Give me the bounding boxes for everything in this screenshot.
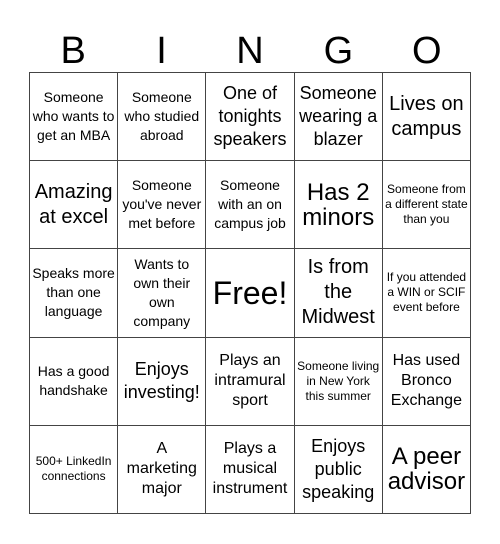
bingo-cell-o4[interactable]: Has used Bronco Exchange	[382, 337, 471, 426]
bingo-cell-text: Someone who studied abroad	[124, 89, 200, 144]
bingo-cell-text: Someone with an on campus job	[214, 177, 286, 232]
bingo-cell-text: Someone wearing a blazer	[299, 83, 378, 150]
free-space-cell[interactable]: Free!	[206, 249, 295, 338]
bingo-cell-text: Has a good handshake	[37, 363, 110, 399]
bingo-cell-b2[interactable]: Amazing at excel	[30, 161, 119, 250]
bingo-cell-g2[interactable]: Has 2 minors	[294, 161, 383, 250]
bingo-cell-g1[interactable]: Someone wearing a blazer	[294, 73, 383, 162]
bingo-cell-o5[interactable]: A peer advisor	[382, 425, 471, 514]
bingo-cell-text: Amazing at excel	[34, 180, 113, 228]
bingo-cell-g5[interactable]: Enjoys public speaking	[294, 425, 383, 514]
bingo-cell-text: A peer advisor	[387, 443, 466, 496]
bingo-cell-i4[interactable]: Enjoys investing!	[118, 337, 207, 426]
bingo-cell-text: Lives on campus	[389, 92, 464, 140]
bingo-cell-n1[interactable]: One of tonights speakers	[206, 73, 295, 162]
bingo-cell-b1[interactable]: Someone who wants to get an MBA	[30, 73, 119, 162]
bingo-cell-text: Wants to own their own company	[133, 255, 191, 329]
bingo-cell-text: Enjoys investing!	[123, 359, 200, 403]
bingo-cell-n4[interactable]: Plays an intramural sport	[206, 337, 295, 426]
header-letter-i: I	[156, 30, 167, 72]
bingo-cell-text: Someone from a different state than you	[385, 182, 468, 227]
bingo-cell-b4[interactable]: Has a good handshake	[30, 337, 119, 426]
bingo-cell-o2[interactable]: Someone from a different state than you	[382, 161, 471, 250]
header-letter-g: G	[323, 30, 354, 72]
bingo-cell-text: Plays an intramural sport	[214, 352, 286, 410]
bingo-cell-g4[interactable]: Someone living in New York this summer	[294, 337, 383, 426]
bingo-cell-o3[interactable]: If you attended a WIN or SCIF event befo…	[382, 249, 471, 338]
bingo-cell-b3[interactable]: Speaks more than one language	[30, 249, 119, 338]
header-letter-n: N	[236, 30, 264, 72]
bingo-cell-text: If you attended a WIN or SCIF event befo…	[386, 270, 467, 315]
bingo-cell-b5[interactable]: 500+ LinkedIn connections	[30, 425, 119, 514]
bingo-cell-g3[interactable]: Is from the Midwest	[294, 249, 383, 338]
bingo-cell-i2[interactable]: Someone you've never met before	[118, 161, 207, 250]
bingo-cell-text: Enjoys public speaking	[302, 435, 375, 502]
bingo-cell-text: Someone living in New York this summer	[297, 358, 380, 403]
bingo-cell-i3[interactable]: Wants to own their own company	[118, 249, 207, 338]
bingo-cell-i5[interactable]: A marketing major	[118, 425, 207, 514]
header-letter-b: B	[60, 30, 86, 72]
bingo-header: B I N G O	[29, 30, 471, 72]
bingo-cell-text: 500+ LinkedIn connections	[35, 454, 112, 484]
free-space-label: Free!	[212, 274, 288, 311]
bingo-cell-text: Someone you've never met before	[122, 177, 202, 232]
bingo-cell-text: Has used Bronco Exchange	[390, 352, 462, 410]
bingo-cell-text: A marketing major	[126, 440, 197, 498]
bingo-cell-text: Someone who wants to get an MBA	[32, 89, 115, 144]
bingo-cell-n5[interactable]: Plays a musical instrument	[206, 425, 295, 514]
bingo-cell-o1[interactable]: Lives on campus	[382, 73, 471, 162]
bingo-cell-n2[interactable]: Someone with an on campus job	[206, 161, 295, 250]
bingo-cell-text: Speaks more than one language	[32, 265, 115, 320]
bingo-cell-text: Plays a musical instrument	[212, 440, 288, 498]
bingo-cell-text: Is from the Midwest	[301, 256, 375, 329]
bingo-card-grid: Someone who wants to get an MBA Someone w…	[29, 72, 471, 514]
header-letter-o: O	[411, 30, 442, 72]
bingo-cell-text: Has 2 minors	[302, 178, 375, 231]
bingo-cell-text: One of tonights speakers	[213, 83, 287, 150]
bingo-cell-i1[interactable]: Someone who studied abroad	[118, 73, 207, 162]
